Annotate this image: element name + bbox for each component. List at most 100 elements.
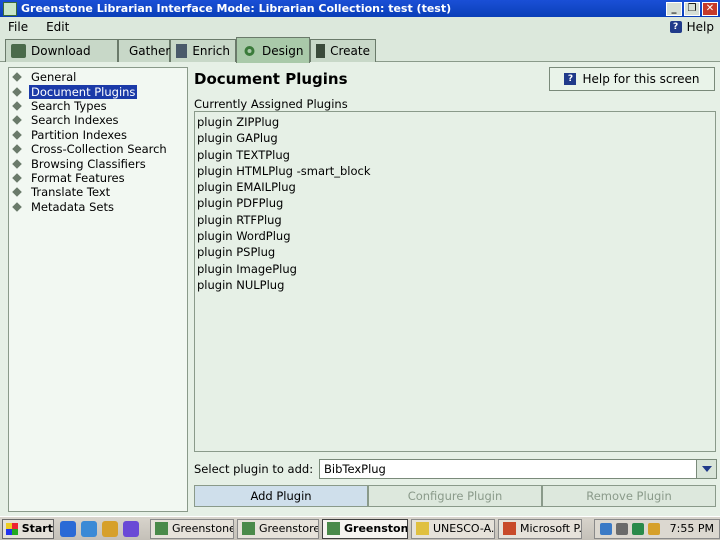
greenstone-icon (242, 522, 255, 535)
browser-icon[interactable] (60, 520, 76, 537)
nav-bullet-icon (12, 187, 22, 198)
menu-help[interactable]: ? Help (669, 20, 720, 34)
tab-enrich[interactable]: Enrich (170, 39, 236, 62)
create-icon (316, 44, 326, 58)
plugin-list-item[interactable]: plugin HTMLPlug -smart_block (197, 163, 715, 179)
taskbar-item-microsoft-powerpoint[interactable]: Microsoft P... (498, 518, 582, 539)
configure-plugin-button[interactable]: Configure Plugin (368, 485, 542, 507)
plugin-list-item[interactable]: plugin PDFPlug (197, 195, 715, 211)
outlook-icon[interactable] (81, 520, 97, 537)
assigned-plugins-list[interactable]: plugin ZIPPlug plugin GAPlug plugin TEXT… (194, 111, 716, 452)
title-bar: Greenstone Librarian Interface Mode: Lib… (0, 0, 720, 17)
menu-file[interactable]: File (0, 20, 38, 34)
menu-edit[interactable]: Edit (38, 20, 79, 34)
plugin-action-buttons: Add Plugin Configure Plugin Remove Plugi… (194, 485, 716, 507)
minimize-button[interactable]: _ (666, 1, 682, 16)
page-title: Document Plugins (194, 70, 348, 88)
select-plugin-row: Select plugin to add: BibTexPlug (193, 458, 717, 480)
nav-item-format-features[interactable]: Format Features (9, 171, 187, 185)
help-book-icon: ? (564, 73, 577, 85)
nav-bullet-icon (12, 173, 22, 183)
help-book-icon: ? (669, 21, 682, 33)
menu-help-label: Help (686, 20, 714, 34)
tab-gather-label: Gather (129, 44, 171, 58)
greenstone-icon (155, 522, 168, 535)
nav-bullet-icon (12, 115, 22, 126)
nav-item-metadata-sets[interactable]: Metadata Sets (9, 200, 187, 214)
tab-design[interactable]: Design (236, 37, 310, 63)
start-label: Start (21, 522, 53, 535)
close-button[interactable]: ✕ (702, 1, 718, 16)
plugin-list-item[interactable]: plugin EMAILPlug (197, 179, 715, 195)
nav-item-search-indexes[interactable]: Search Indexes (9, 113, 187, 127)
plugin-list-item[interactable]: plugin ZIPPlug (197, 114, 715, 130)
tab-download-label: Download (31, 44, 91, 58)
plugin-list-item[interactable]: plugin GAPlug (197, 130, 715, 146)
nav-bullet-icon (12, 86, 22, 97)
nav-bullet-icon (12, 72, 22, 82)
gear-icon (242, 44, 257, 58)
tab-design-label: Design (262, 43, 304, 58)
add-plugin-button[interactable]: Add Plugin (194, 485, 368, 507)
enrich-icon (176, 44, 188, 58)
taskbar-item-greenstone-3[interactable]: Greenston... (322, 518, 408, 539)
nav-item-search-types[interactable]: Search Types (9, 99, 187, 113)
chevron-down-icon[interactable] (696, 460, 716, 478)
window-title: Greenstone Librarian Interface Mode: Lib… (21, 2, 452, 15)
media-icon[interactable] (123, 520, 139, 537)
tab-gather[interactable]: Gather (118, 39, 170, 62)
greenstone-app-icon (3, 1, 17, 16)
remove-plugin-button[interactable]: Remove Plugin (542, 485, 716, 507)
nav-bullet-icon (12, 201, 22, 212)
tab-enrich-label: Enrich (192, 44, 230, 58)
taskbar-item-greenstone-1[interactable]: Greenstone ... (150, 518, 234, 539)
plugin-list-item[interactable]: plugin TEXTPlug (197, 147, 715, 163)
menu-bar: File Edit ? Help (0, 17, 720, 37)
plugin-list-item[interactable]: plugin NULPlug (197, 277, 715, 293)
nav-item-browsing-classifiers[interactable]: Browsing Classifiers (9, 156, 187, 171)
tool-icon[interactable] (102, 520, 118, 537)
folder-icon (416, 522, 429, 535)
tab-create[interactable]: Create (310, 39, 376, 62)
plugin-select-dropdown[interactable]: BibTexPlug (319, 459, 717, 479)
design-nav-list: General Document Plugins Search Types Se… (8, 67, 188, 512)
help-for-this-screen-label: Help for this screen (582, 72, 700, 86)
plugin-select-value: BibTexPlug (324, 462, 386, 476)
volume-icon[interactable] (615, 522, 628, 535)
nav-bullet-icon (12, 158, 22, 169)
select-plugin-label: Select plugin to add: (194, 462, 314, 476)
taskbar-item-greenstone-2[interactable]: Greenstore... (237, 518, 319, 539)
windows-logo-icon (6, 522, 18, 535)
quick-launch (60, 520, 144, 537)
system-tray: 7:55 PM (593, 518, 720, 539)
nav-item-cross-collection-search[interactable]: Cross-Collection Search (9, 142, 187, 156)
tab-download[interactable]: Download (5, 39, 118, 62)
nav-item-document-plugins[interactable]: Document Plugins (9, 84, 187, 99)
taskbar-item-unesco[interactable]: UNESCO-A... (411, 518, 495, 539)
help-for-this-screen-button[interactable]: ? Help for this screen (549, 67, 715, 91)
nav-bullet-icon (12, 129, 22, 140)
nav-bullet-icon (12, 144, 22, 154)
nav-bullet-icon (12, 101, 22, 111)
restore-button[interactable]: ❐ (684, 1, 700, 16)
plugin-list-item[interactable]: plugin RTFPlug (197, 212, 715, 228)
assigned-plugins-label: Currently Assigned Plugins (194, 97, 348, 111)
security-icon[interactable] (631, 522, 644, 535)
powerpoint-icon (503, 522, 516, 535)
network-icon[interactable] (599, 522, 612, 535)
nav-item-partition-indexes[interactable]: Partition Indexes (9, 128, 187, 142)
greenstone-icon (327, 522, 340, 535)
taskbar: Start Greenstone ... Greenstore... Green… (0, 516, 720, 540)
clock: 7:55 PM (669, 522, 714, 535)
nav-item-general[interactable]: General (9, 70, 187, 84)
document-plugins-panel: Document Plugins ? Help for this screen … (193, 67, 717, 512)
nav-item-translate-text[interactable]: Translate Text (9, 185, 187, 199)
tab-create-label: Create (330, 44, 370, 58)
start-button[interactable]: Start (2, 518, 54, 539)
alert-icon[interactable] (647, 522, 660, 535)
tab-bar: Download Gather Enrich Design Create (0, 37, 720, 63)
plugin-list-item[interactable]: plugin WordPlug (197, 228, 715, 244)
plugin-list-item[interactable]: plugin ImagePlug (197, 261, 715, 277)
download-icon (11, 44, 26, 58)
plugin-list-item[interactable]: plugin PSPlug (197, 244, 715, 260)
